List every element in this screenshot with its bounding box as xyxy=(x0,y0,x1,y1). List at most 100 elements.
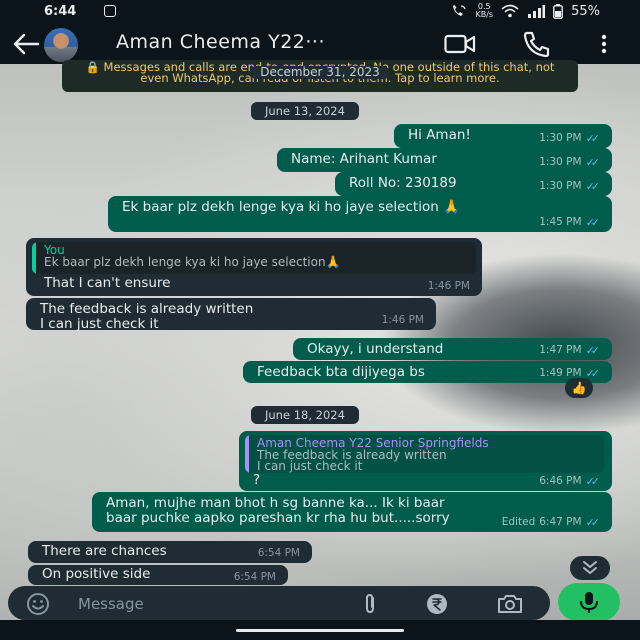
message-line-1: Aman, mujhe man bhot h sg banne ka... Ik… xyxy=(106,495,445,511)
battery-percent: 55% xyxy=(571,3,600,19)
message-text: Okayy, i understand xyxy=(307,341,444,357)
emoji-icon xyxy=(27,593,49,615)
chat-header: Aman Cheema Y22··· xyxy=(0,24,640,64)
more-options-button[interactable] xyxy=(598,32,610,56)
attach-button[interactable] xyxy=(360,593,380,615)
voice-message-button[interactable] xyxy=(558,583,620,621)
mic-icon xyxy=(580,592,598,613)
outgoing-message[interactable]: Name: Arihant Kumar 1:30 PM ✓✓ xyxy=(277,148,612,172)
read-receipt-icon: ✓✓ xyxy=(585,180,601,193)
outgoing-message[interactable]: Hi Aman! 1:30 PM ✓✓ xyxy=(394,124,612,148)
message-meta: 1:30 PM ✓✓ xyxy=(539,155,600,170)
message-time: 6:47 PM xyxy=(539,516,582,528)
quote-line-2: I can just check it xyxy=(257,459,363,473)
message-line-2: I can just check it xyxy=(40,316,159,332)
message-input[interactable] xyxy=(76,591,350,617)
message-text: Hi Aman! xyxy=(408,127,471,143)
message-time: 6:54 PM xyxy=(257,547,300,559)
reaction-badge[interactable]: 👍 xyxy=(565,378,593,398)
rupee-icon xyxy=(427,594,447,614)
payment-button[interactable] xyxy=(426,593,448,615)
read-receipt-icon: ✓✓ xyxy=(585,344,601,357)
chevron-down-icon xyxy=(583,561,597,574)
status-time: 6:44 xyxy=(44,4,77,19)
status-icons: 0.5 KB/s 55% xyxy=(451,3,600,19)
message-time: 1:30 PM xyxy=(539,180,582,192)
read-receipt-icon: ✓✓ xyxy=(585,156,601,169)
back-arrow-icon xyxy=(13,33,40,55)
date-chip: June 18, 2024 xyxy=(251,406,359,424)
message-text: Name: Arihant Kumar xyxy=(291,151,437,167)
message-meta: 1:30 PM ✓✓ xyxy=(539,131,600,146)
quoted-message[interactable]: You Ek baar plz dekh lenge kya ki ho jay… xyxy=(32,242,476,274)
quoted-message[interactable]: Aman Cheema Y22 Senior Springfields The … xyxy=(245,435,604,473)
message-time: 1:30 PM xyxy=(539,156,582,168)
read-receipt-icon: ✓✓ xyxy=(585,216,601,229)
message-meta: 6:54 PM xyxy=(258,546,300,561)
date-chip: June 13, 2024 xyxy=(251,102,359,120)
wifi-calling-icon xyxy=(451,4,467,18)
message-text: On positive side xyxy=(42,566,151,582)
message-meta: 1:47 PM ✓✓ xyxy=(539,343,600,358)
signal-icon xyxy=(527,4,546,18)
encryption-notice[interactable]: 🔒 Messages and calls are end-to-end encr… xyxy=(62,60,578,92)
voice-call-button[interactable] xyxy=(522,30,552,58)
contact-name[interactable]: Aman Cheema Y22··· xyxy=(116,31,325,53)
video-camera-icon xyxy=(444,34,476,54)
outgoing-message[interactable]: Roll No: 230189 1:30 PM ✓✓ xyxy=(335,172,612,196)
incoming-message[interactable]: You Ek baar plz dekh lenge kya ki ho jay… xyxy=(26,238,482,296)
message-text: Feedback bta dijiyega bs xyxy=(257,364,425,380)
quote-text: Ek baar plz dekh lenge kya ki ho jaye se… xyxy=(44,255,341,269)
message-time: 1:47 PM xyxy=(539,344,582,356)
message-meta: 1:46 PM xyxy=(382,313,424,328)
message-time: 1:46 PM xyxy=(381,314,424,326)
message-meta: 1:30 PM ✓✓ xyxy=(539,179,600,194)
outgoing-message[interactable]: Aman Cheema Y22 Senior Springfields The … xyxy=(239,431,612,491)
camera-icon xyxy=(498,595,522,613)
outgoing-message[interactable]: Okayy, i understand 1:47 PM ✓✓ xyxy=(293,338,612,360)
message-text: Ek baar plz dekh lenge kya ki ho jaye se… xyxy=(122,199,460,215)
message-line-1: The feedback is already written xyxy=(40,301,254,317)
phone-icon xyxy=(523,31,550,58)
incoming-message[interactable]: On positive side 6:54 PM xyxy=(28,565,288,585)
contact-avatar[interactable] xyxy=(44,28,78,62)
wifi-icon xyxy=(501,4,519,18)
message-meta: 1:45 PM ✓✓ xyxy=(539,215,600,230)
edited-label: Edited xyxy=(501,516,536,528)
battery-icon xyxy=(553,3,563,19)
message-time: 1:45 PM xyxy=(539,216,582,228)
read-receipt-icon: ✓✓ xyxy=(585,132,601,145)
message-meta: 6:54 PM xyxy=(234,570,276,585)
outgoing-message[interactable]: Ek baar plz dekh lenge kya ki ho jaye se… xyxy=(108,196,612,232)
read-receipt-icon: ✓✓ xyxy=(585,516,601,529)
system-navigation-bar xyxy=(0,620,640,640)
message-meta: 1:46 PM xyxy=(428,279,470,294)
sticky-date-chip: December 31, 2023 xyxy=(250,66,390,79)
camera-button[interactable] xyxy=(496,593,524,615)
message-time: 6:54 PM xyxy=(233,571,276,583)
message-meta: Edited 6:47 PM ✓✓ xyxy=(502,515,600,530)
message-text: That I can't ensure xyxy=(44,275,171,291)
incoming-message[interactable]: The feedback is already written I can ju… xyxy=(26,298,436,332)
network-speed: 0.5 KB/s xyxy=(475,3,493,19)
outgoing-message[interactable]: Aman, mujhe man bhot h sg banne ka... Ik… xyxy=(92,492,612,532)
outgoing-message[interactable]: Feedback bta dijiyega bs 1:49 PM ✓✓ xyxy=(243,361,612,383)
network-speed-unit: KB/s xyxy=(475,10,494,19)
scroll-to-bottom-button[interactable] xyxy=(570,556,610,580)
incoming-message[interactable]: There are chances 6:54 PM xyxy=(28,541,312,563)
home-indicator[interactable] xyxy=(236,629,404,632)
message-time: 6:46 PM xyxy=(539,475,582,487)
back-button[interactable] xyxy=(12,32,40,56)
paperclip-icon xyxy=(366,593,374,614)
message-text: Roll No: 230189 xyxy=(349,175,457,191)
video-call-button[interactable] xyxy=(444,32,476,56)
message-meta: 6:46 PM ✓✓ xyxy=(539,474,600,489)
message-text: ? xyxy=(253,472,261,488)
read-receipt-icon: ✓✓ xyxy=(585,475,601,488)
message-text: There are chances xyxy=(42,543,167,559)
message-composer xyxy=(8,586,550,620)
notification-icon xyxy=(104,5,116,17)
emoji-button[interactable] xyxy=(26,592,50,616)
status-bar: 6:44 0.5 KB/s 55% xyxy=(0,0,640,24)
more-vert-icon xyxy=(601,34,607,54)
